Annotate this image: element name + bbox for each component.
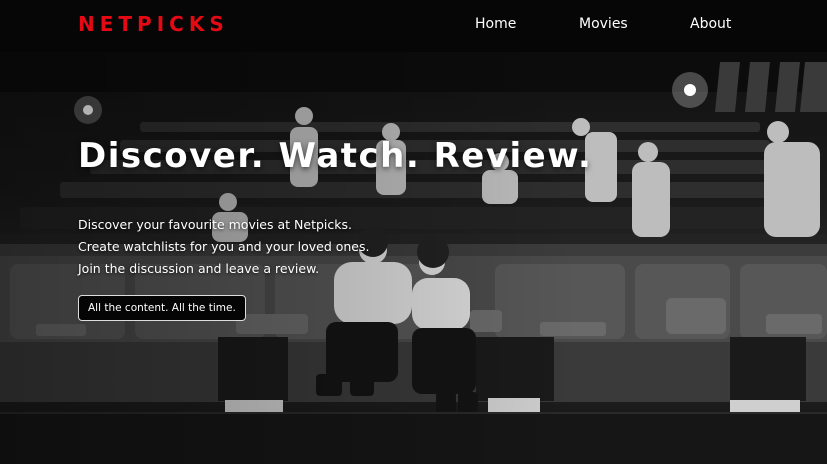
nav-link-about[interactable]: About [690, 16, 731, 32]
hero-headline: Discover. Watch. Review. [78, 136, 593, 176]
site-logo[interactable]: NETPICKS [78, 12, 229, 36]
hero-line-discussion: Join the discussion and leave a review. [78, 261, 320, 276]
hero-line-watchlists: Create watchlists for you and your loved… [78, 239, 370, 254]
nav-link-home[interactable]: Home [475, 16, 516, 32]
nav-link-movies[interactable]: Movies [579, 16, 628, 32]
navbar: NETPICKS Home Movies About [0, 0, 827, 52]
all-content-button[interactable]: All the content. All the time. [78, 295, 246, 321]
hero-section: Discover. Watch. Review. Discover your f… [0, 52, 827, 464]
hero-line-discover: Discover your favourite movies at Netpic… [78, 217, 352, 232]
hero-description: Discover your favourite movies at Netpic… [78, 214, 369, 280]
